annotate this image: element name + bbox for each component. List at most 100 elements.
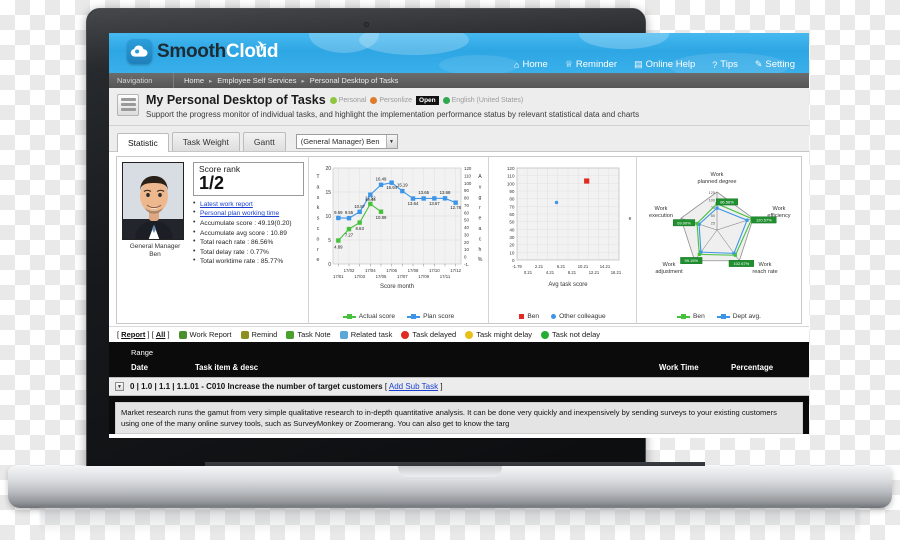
svg-text:13.64: 13.64 xyxy=(408,201,419,206)
nav-label: Online Help xyxy=(645,59,696,70)
nav-label: Tips xyxy=(720,59,738,70)
svg-text:0.21: 0.21 xyxy=(524,270,533,275)
range-label: Range xyxy=(131,348,154,357)
svg-text:60: 60 xyxy=(509,212,515,217)
wrench-icon: ✎ xyxy=(754,59,763,69)
list-item: Latest work report xyxy=(193,199,304,210)
nav-item-reminder[interactable]: ♕ Reminder xyxy=(565,59,617,70)
svg-text:25: 25 xyxy=(711,221,715,225)
svg-text:110: 110 xyxy=(507,174,515,179)
svg-text:102.67%: 102.67% xyxy=(733,261,749,266)
svg-text:Work: Work xyxy=(711,172,724,178)
chevron-down-icon[interactable]: ▼ xyxy=(115,382,124,391)
link-personal-plan-working-time[interactable]: Personal plan working time xyxy=(200,210,279,217)
svg-text:A: A xyxy=(478,174,482,180)
bell-icon: ♕ xyxy=(564,59,573,69)
nav-item-tips[interactable]: ? Tips xyxy=(712,59,738,70)
svg-text:17/08: 17/08 xyxy=(408,268,419,273)
legend-ben: Ben xyxy=(677,313,705,320)
page-meta-personal[interactable]: Personal xyxy=(329,96,366,104)
bracket-open: [ xyxy=(384,382,388,391)
radar-chart-legend: Ben Dept avg. xyxy=(637,313,801,320)
user-select-value: (General Manager) Ben xyxy=(300,137,380,146)
toolbar-work-report[interactable]: Work Report xyxy=(178,330,232,339)
avatar xyxy=(122,162,184,240)
link-latest-work-report[interactable]: Latest work report xyxy=(200,201,253,208)
link-icon xyxy=(339,330,348,339)
toolbar-task-might-delay[interactable]: Task might delay xyxy=(465,330,532,339)
score-panel: General Manager Ben Score rank 1/2 Lates… xyxy=(117,157,308,323)
task-code: 0 | 1.0 | 1.1 | 1.1.01 - C010 xyxy=(130,382,226,391)
page-meta-language[interactable]: English (United States) xyxy=(442,96,523,104)
svg-text:4.89: 4.89 xyxy=(334,245,343,250)
chevron-right-icon: ▸ xyxy=(301,77,305,85)
svg-text:50: 50 xyxy=(711,214,715,218)
svg-text:90: 90 xyxy=(509,189,515,194)
tab-task-weight[interactable]: Task Weight xyxy=(171,132,240,151)
svg-text:50: 50 xyxy=(509,220,515,225)
toolbar-related-task[interactable]: Related task xyxy=(339,330,392,339)
svg-text:13.65: 13.65 xyxy=(418,190,429,195)
breadcrumb: Navigation Home ▸ Employee Self Services… xyxy=(109,73,809,88)
nav-item-setting[interactable]: ✎ Setting xyxy=(755,59,795,70)
legend-ben: Ben xyxy=(519,313,539,320)
svg-text:110: 110 xyxy=(464,173,472,178)
column-task-item: Task item & desc xyxy=(195,363,259,372)
top-navigation: ⌂ Home ♕ Reminder ▤ Online Help ? Tips ✎ Sett… xyxy=(514,59,795,70)
breadcrumb-item-employee-self-services[interactable]: Employee Self Services xyxy=(217,76,296,85)
list-item: Personal plan working time xyxy=(193,208,304,219)
page-meta-personlize[interactable]: Personlize xyxy=(370,96,412,104)
page-subtitle: Support the progress monitor of individu… xyxy=(146,110,640,119)
breadcrumb-item-home[interactable]: Home xyxy=(184,76,204,85)
svg-text:planned degree: planned degree xyxy=(698,179,737,185)
toolbar-task-note[interactable]: Task Note xyxy=(286,330,331,339)
svg-text:15: 15 xyxy=(325,190,331,196)
svg-text:efficiency: efficiency xyxy=(767,213,790,219)
score-month-chart: Ta s k s c o r e Av g r e a c h% 0 5 10 15 20 -1. 0 10 20 30 40 50… xyxy=(308,157,488,323)
svg-text:17/07: 17/07 xyxy=(397,274,408,279)
yellow-dot-icon xyxy=(465,330,474,339)
all-label[interactable]: All xyxy=(156,330,166,339)
svg-text:Work: Work xyxy=(655,206,668,212)
user-select[interactable]: (General Manager) Ben ▼ xyxy=(295,134,398,149)
svg-text:100: 100 xyxy=(507,181,515,186)
laptop-mockup: SmoothCloud ✈ ⌂ Home ♕ Reminder ▤ Online He… xyxy=(0,0,900,540)
table-row[interactable]: ▼ 0 | 1.0 | 1.1 | 1.1.01 - C010 Increase… xyxy=(109,377,809,396)
svg-text:20: 20 xyxy=(509,243,515,248)
cloud-icon xyxy=(127,39,152,64)
svg-text:reach rate: reach rate xyxy=(752,269,777,275)
nav-item-home[interactable]: ⌂ Home xyxy=(514,59,548,70)
list-item: Accumulate score : 49.19(0.20) xyxy=(193,218,304,229)
svg-text:10.87: 10.87 xyxy=(354,204,365,209)
brand-name-second: Cloud xyxy=(225,41,279,62)
report-label[interactable]: Report xyxy=(121,330,145,339)
bracket-close: ] xyxy=(440,382,443,391)
svg-text:e: e xyxy=(479,216,482,222)
palette-icon xyxy=(370,96,378,104)
toolbar-task-not-delay[interactable]: Task not delay xyxy=(541,330,600,339)
column-work-time: Work Time xyxy=(659,363,699,372)
tab-gantt[interactable]: Gantt xyxy=(242,132,286,151)
add-sub-task-link[interactable]: Add Sub Task xyxy=(389,382,438,391)
laptop-base xyxy=(8,466,892,508)
svg-text:99.15%: 99.15% xyxy=(684,258,698,263)
nav-label: Reminder xyxy=(575,59,618,70)
breadcrumb-item-personal-desktop[interactable]: Personal Desktop of Tasks xyxy=(310,76,399,85)
svg-text:T: T xyxy=(316,174,320,180)
nav-item-online-help[interactable]: ▤ Online Help xyxy=(634,59,695,70)
toolbar-remind[interactable]: Remind xyxy=(240,330,277,339)
laptop-reflection xyxy=(40,508,860,534)
app-header: SmoothCloud ✈ ⌂ Home ♕ Reminder ▤ Online He… xyxy=(109,33,809,73)
toolbar-task-delayed[interactable]: Task delayed xyxy=(401,330,456,339)
svg-text:86.56%: 86.56% xyxy=(720,199,734,204)
svg-text:a: a xyxy=(479,226,482,232)
avg-task-score-chart: 0 10 20 30 40 50 60 70 80 90 100 110 120 -1.79 0.21 2.2… xyxy=(488,157,636,323)
task-description: Market research runs the gamut from very… xyxy=(115,402,803,434)
svg-text:70: 70 xyxy=(509,204,515,209)
svg-text:14.21: 14.21 xyxy=(600,264,611,269)
tab-statistic[interactable]: Statistic xyxy=(117,133,169,152)
svg-text:s: s xyxy=(317,216,320,222)
svg-text:e: e xyxy=(317,257,320,263)
book-icon: ▤ xyxy=(634,59,643,69)
webcam xyxy=(363,22,369,27)
